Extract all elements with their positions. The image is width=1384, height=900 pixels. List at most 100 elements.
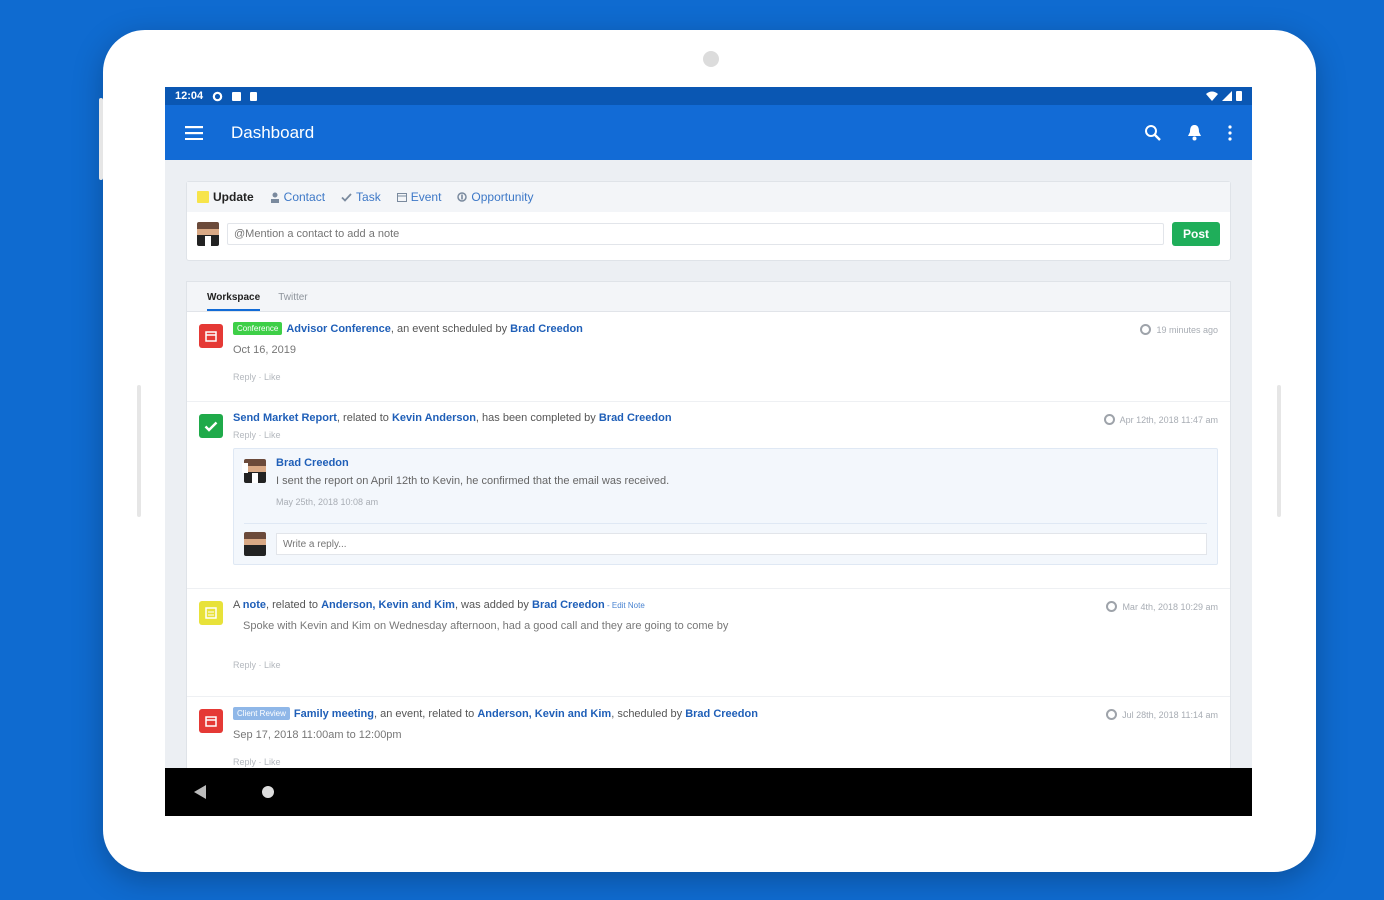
battery-icon — [1236, 91, 1242, 101]
feed-item-headline: Conference Advisor Conference, an event s… — [233, 322, 1218, 335]
status-time: 12:04 — [175, 90, 204, 102]
reply-like-links[interactable]: Reply · Like — [233, 660, 1218, 670]
clock-icon — [1106, 709, 1118, 720]
contact-link[interactable]: Anderson, Kevin and Kim — [321, 599, 455, 611]
headline-text: , an event scheduled by — [390, 323, 511, 335]
comment-box: Brad Creedon I sent the report on April … — [233, 448, 1218, 565]
tab-update-label: Update — [213, 190, 254, 204]
note-link[interactable]: note — [243, 599, 266, 611]
feed-item: Conference Advisor Conference, an event s… — [187, 312, 1230, 402]
item-timestamp: Jul 28th, 2018 11:14 am — [1106, 709, 1218, 720]
tab-event-label: Event — [410, 190, 442, 204]
check-icon — [341, 192, 352, 202]
wifi-icon — [1206, 91, 1218, 101]
calendar-icon — [199, 324, 223, 348]
owner-link[interactable]: Brad Creedon — [532, 599, 605, 611]
comment-time: May 25th, 2018 10:08 am — [276, 497, 379, 507]
comment-text: I sent the report on April 12th to Kevin… — [276, 475, 670, 487]
menu-icon[interactable] — [185, 125, 203, 140]
app-bar: Dashboard — [165, 105, 1252, 160]
tab-workspace[interactable]: Workspace — [207, 292, 261, 311]
bell-icon[interactable] — [1187, 124, 1202, 141]
tab-contact-label: Contact — [283, 190, 326, 204]
device-screen: 12:04 Dashboard Update Contact Task Even… — [165, 87, 1252, 816]
tab-opportunity-label: Opportunity — [471, 190, 534, 204]
contact-link[interactable]: Kevin Anderson — [392, 412, 476, 424]
comment-author[interactable]: Brad Creedon — [276, 457, 1207, 469]
sd-card-icon — [250, 91, 258, 101]
item-time: Jul 28th, 2018 11:14 am — [1122, 709, 1218, 720]
reply-row — [244, 523, 1207, 556]
front-camera — [703, 51, 719, 67]
note-body: Spoke with Kevin and Kim on Wednesday af… — [243, 620, 729, 632]
tablet-frame: 12:04 Dashboard Update Contact Task Even… — [99, 30, 1316, 872]
item-timestamp: 19 minutes ago — [1140, 324, 1218, 335]
contact-link[interactable]: Anderson, Kevin and Kim — [477, 708, 611, 720]
item-time: 19 minutes ago — [1156, 324, 1218, 335]
reply-input[interactable] — [276, 533, 1207, 555]
clock-icon — [1103, 414, 1115, 425]
left-bezel-mark — [137, 385, 141, 517]
item-time: Apr 12th, 2018 11:47 am — [1119, 414, 1218, 425]
reply-like-links[interactable]: Reply · Like — [233, 430, 1218, 440]
right-bezel-mark — [1277, 385, 1281, 517]
tab-opportunity[interactable]: Opportunity — [457, 190, 533, 204]
feed-item-headline: A note, related to Anderson, Kevin and K… — [233, 599, 1218, 611]
calendar-icon — [396, 192, 407, 202]
activity-feed: Workspace Twitter Conference Advisor Conf… — [186, 281, 1231, 816]
more-vert-icon[interactable] — [1228, 124, 1232, 141]
volume-button — [99, 98, 103, 180]
owner-link[interactable]: Brad Creedon — [685, 708, 758, 720]
search-icon[interactable] — [1144, 124, 1161, 141]
item-timestamp: Apr 12th, 2018 11:47 am — [1103, 414, 1218, 425]
clock-icon — [1106, 601, 1118, 612]
item-timestamp: Mar 4th, 2018 10:29 am — [1106, 601, 1218, 612]
update-square-icon — [197, 191, 209, 203]
composer-input-row: Post — [187, 212, 1230, 246]
tab-task-label: Task — [356, 190, 381, 204]
tab-update[interactable]: Update — [197, 190, 254, 204]
task-title-link[interactable]: Send Market Report — [233, 412, 337, 424]
task-complete-icon — [199, 414, 223, 438]
reply-like-links[interactable]: Reply · Like — [233, 372, 1218, 382]
tab-contact[interactable]: Contact — [270, 190, 325, 204]
system-nav-bar — [165, 768, 1252, 816]
status-bar: 12:04 — [165, 87, 1252, 105]
tab-event[interactable]: Event — [396, 190, 442, 204]
composer-tabs: Update Contact Task Event Opportunity — [187, 182, 1230, 212]
headline-text: , an event, related to — [373, 708, 478, 720]
tab-task[interactable]: Task — [341, 190, 381, 204]
headline-text: , related to — [266, 599, 322, 611]
event-badge: Client Review — [233, 707, 290, 720]
home-icon[interactable] — [261, 785, 275, 799]
headline-text: , scheduled by — [611, 708, 686, 720]
tab-twitter[interactable]: Twitter — [278, 292, 307, 311]
owner-link[interactable]: Brad Creedon — [599, 412, 672, 424]
event-date: Oct 16, 2019 — [233, 344, 296, 356]
feed-tabs: Workspace Twitter — [187, 282, 1230, 312]
back-icon[interactable] — [193, 784, 207, 800]
headline-prefix: A — [233, 599, 243, 611]
post-button[interactable]: Post — [1172, 222, 1220, 246]
page-title: Dashboard — [231, 122, 315, 142]
reply-like-links[interactable]: Reply · Like — [233, 757, 1218, 767]
avatar — [244, 532, 266, 556]
feed-item-headline: Send Market Report, related to Kevin And… — [233, 412, 1218, 424]
headline-text: , related to — [336, 412, 392, 424]
person-icon — [270, 192, 280, 203]
feed-item: A note, related to Anderson, Kevin and K… — [187, 589, 1230, 697]
dollar-icon — [457, 192, 468, 202]
event-title-link[interactable]: Advisor Conference — [286, 323, 391, 335]
calendar-icon — [199, 709, 223, 733]
avatar — [197, 222, 219, 246]
clock-icon — [1140, 324, 1152, 335]
edit-note-link[interactable]: - Edit Note — [605, 601, 645, 610]
settings-icon — [212, 91, 223, 102]
notification-icon — [232, 91, 242, 101]
owner-link[interactable]: Brad Creedon — [510, 323, 583, 335]
event-title-link[interactable]: Family meeting — [294, 708, 374, 720]
event-date: Sep 17, 2018 11:00am to 12:00pm — [233, 729, 402, 741]
mention-input[interactable] — [227, 223, 1164, 245]
comment: Brad Creedon I sent the report on April … — [244, 457, 1207, 515]
headline-text: , was added by — [454, 599, 532, 611]
